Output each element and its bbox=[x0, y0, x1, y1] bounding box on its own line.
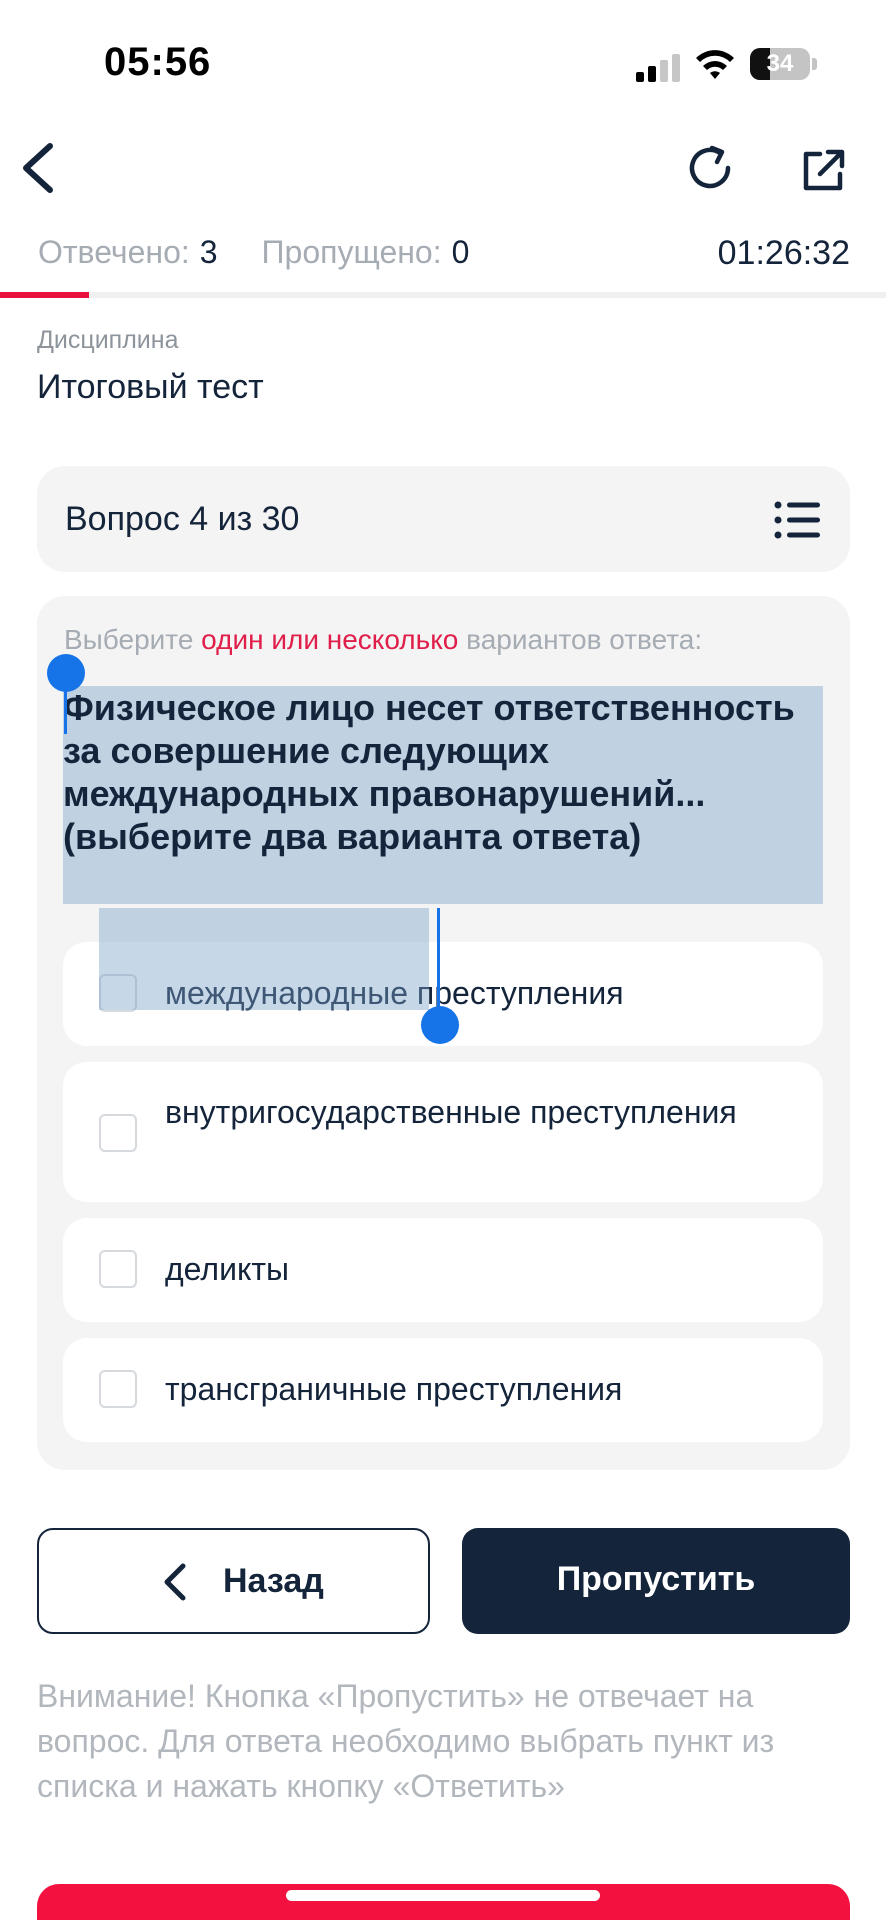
discipline-title: Итоговый тест bbox=[37, 368, 264, 406]
battery-cap bbox=[812, 58, 817, 70]
instruction-text-end: вариантов ответа: bbox=[458, 624, 703, 655]
checkbox[interactable] bbox=[99, 1370, 137, 1408]
external-link-icon[interactable] bbox=[800, 146, 848, 194]
question-card: Выберите один или несколько вариантов от… bbox=[37, 596, 850, 1470]
skipped-count: 0 bbox=[451, 234, 470, 270]
answer-stats: Отвечено: 3 Пропущено: 0 bbox=[38, 234, 469, 271]
skip-warning: Внимание! Кнопка «Пропустить» не отвечае… bbox=[37, 1678, 775, 1804]
skip-button-label: Пропустить bbox=[556, 1560, 756, 1598]
chevron-left-icon bbox=[164, 1563, 186, 1601]
answer-option[interactable]: деликты bbox=[63, 1218, 823, 1322]
selection-start-caret bbox=[64, 684, 67, 734]
list-icon[interactable] bbox=[774, 500, 820, 540]
status-time: 05:56 bbox=[104, 40, 212, 84]
status-bar: 05:56 34 bbox=[0, 0, 886, 120]
option-label: деликты bbox=[165, 1251, 289, 1287]
checkbox[interactable] bbox=[99, 1250, 137, 1288]
selection-end-handle[interactable] bbox=[421, 1006, 459, 1044]
question-header: Вопрос 4 из 30 bbox=[37, 466, 850, 572]
progress-bar bbox=[0, 292, 886, 298]
question-counter: Вопрос 4 из 30 bbox=[65, 500, 300, 538]
cellular-signal-icon bbox=[636, 52, 682, 82]
battery-level: 34 bbox=[766, 50, 794, 77]
wifi-icon bbox=[696, 50, 734, 79]
skipped-label: Пропущено: bbox=[261, 234, 442, 270]
answered-label: Отвечено: bbox=[38, 234, 190, 270]
checkbox[interactable] bbox=[99, 1114, 137, 1152]
selection-end-caret bbox=[437, 908, 440, 1018]
answer-option[interactable]: внутригосударственные преступления bbox=[63, 1062, 823, 1202]
timer: 01:26:32 bbox=[717, 234, 850, 272]
battery-icon: 34 bbox=[750, 48, 810, 80]
chevron-left-icon[interactable] bbox=[16, 140, 60, 196]
back-button-label: Назад bbox=[223, 1562, 324, 1600]
refresh-icon[interactable] bbox=[684, 142, 736, 194]
answered-count: 3 bbox=[199, 234, 218, 270]
back-button[interactable]: Назад bbox=[37, 1528, 430, 1634]
home-indicator bbox=[286, 1890, 600, 1901]
instruction-accent: один или несколько bbox=[201, 624, 459, 655]
progress-fill bbox=[0, 292, 89, 298]
answer-option[interactable]: трансграничные преступления bbox=[63, 1338, 823, 1442]
answer-instruction: Выберите один или несколько вариантов от… bbox=[64, 624, 702, 656]
option-label: внутригосударственные преступления bbox=[165, 1094, 737, 1130]
question-text: Физическое лицо несет ответственность за… bbox=[63, 687, 795, 857]
instruction-text-start: Выберите bbox=[64, 624, 202, 655]
option-label: трансграничные преступления bbox=[165, 1371, 623, 1407]
discipline-label: Дисциплина bbox=[37, 326, 179, 354]
skip-button[interactable]: Пропустить bbox=[462, 1528, 850, 1634]
text-selection-highlight-tail bbox=[99, 908, 429, 1010]
